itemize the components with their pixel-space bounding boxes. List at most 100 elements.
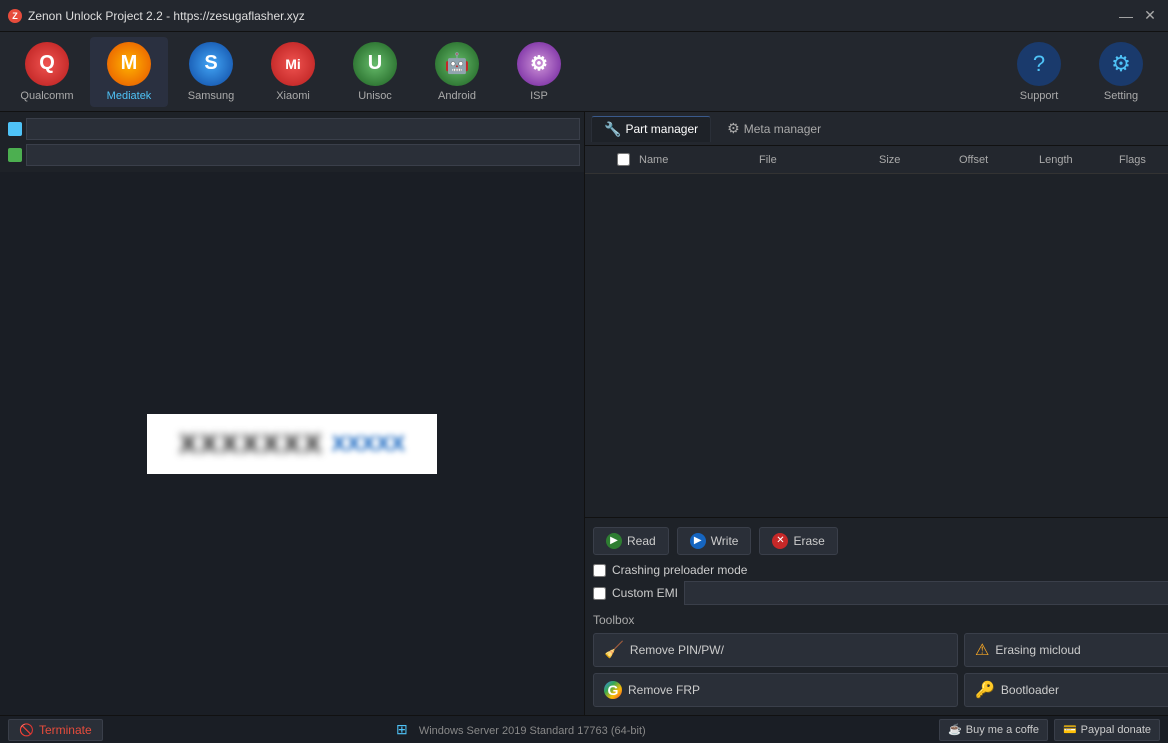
- main-content: ▼ ▼ XXXXXXX XXXXX 🔧 Part manager: [0, 112, 1168, 715]
- close-button[interactable]: ✕: [1140, 6, 1160, 26]
- write-icon: ▶: [690, 533, 706, 549]
- tab-meta-manager-label: Meta manager: [744, 122, 821, 136]
- buy-coffe-button[interactable]: ☕ Buy me a coffe: [939, 719, 1048, 741]
- dropdown-row-1: ▼: [8, 118, 576, 140]
- th-size: Size: [875, 154, 955, 166]
- part-manager-icon: 🔧: [604, 121, 621, 138]
- remove-pin-icon: 🧹: [604, 640, 624, 660]
- write-button[interactable]: ▶ Write: [677, 527, 752, 555]
- setting-icon: ⚙: [1099, 42, 1143, 86]
- title-bar: Z Zenon Unlock Project 2.2 - https://zes…: [0, 0, 1168, 32]
- nav-item-xiaomi[interactable]: Mi Xiaomi: [254, 37, 332, 107]
- mediatek-icon: M: [107, 42, 151, 86]
- custom-emi-input[interactable]: [684, 581, 1168, 605]
- center-blue-text: XXXXX: [332, 431, 405, 457]
- select-all-checkbox[interactable]: [617, 153, 630, 166]
- meta-manager-icon: ⚙: [727, 120, 740, 137]
- nav-item-qualcomm[interactable]: Q Qualcomm: [8, 37, 86, 107]
- title-bar-controls: — ✕: [1116, 6, 1160, 26]
- erasing-micloud-button[interactable]: ⚠ Erasing micloud: [964, 633, 1168, 667]
- title-bar-text: Zenon Unlock Project 2.2 - https://zesug…: [28, 9, 305, 23]
- erasing-micloud-icon: ⚠: [975, 640, 989, 660]
- custom-emi-checkbox[interactable]: [593, 587, 606, 600]
- read-label: Read: [627, 534, 656, 548]
- remove-frp-label: Remove FRP: [628, 683, 700, 697]
- erase-icon: ✕: [772, 533, 788, 549]
- nav-item-mediatek[interactable]: M Mediatek: [90, 37, 168, 107]
- tab-part-manager[interactable]: 🔧 Part manager: [591, 116, 711, 142]
- remove-frp-icon: G: [604, 681, 622, 699]
- crashing-preloader-label: Crashing preloader mode: [612, 563, 747, 577]
- th-length: Length: [1035, 154, 1115, 166]
- left-dropdowns: ▼ ▼: [0, 112, 584, 172]
- crashing-preloader-checkbox[interactable]: [593, 564, 606, 577]
- dropdown-select-1[interactable]: [26, 118, 580, 140]
- nav-item-isp[interactable]: ⚙ ISP: [500, 37, 578, 107]
- buy-coffe-icon: ☕: [948, 723, 962, 736]
- custom-emi-row: Custom EMI 📁: [593, 581, 1168, 605]
- dropdown-row-2: ▼: [8, 144, 576, 166]
- status-right: ☕ Buy me a coffe 💳 Paypal donate: [939, 719, 1160, 741]
- table-body: [585, 174, 1168, 374]
- dropdown-color-1: [8, 122, 22, 136]
- crashing-preloader-row: Crashing preloader mode: [593, 563, 1168, 577]
- support-icon: ?: [1017, 42, 1061, 86]
- tab-part-manager-label: Part manager: [625, 122, 698, 136]
- table-header: Name File Size Offset Length Flags UUID …: [585, 146, 1168, 174]
- erase-button[interactable]: ✕ Erase: [759, 527, 837, 555]
- right-panel: 🔧 Part manager ⚙ Meta manager Name File …: [585, 112, 1168, 715]
- th-checkbox: [611, 153, 635, 166]
- setting-button[interactable]: ⚙ Setting: [1082, 37, 1160, 107]
- samsung-label: Samsung: [188, 90, 234, 102]
- paypal-donate-button[interactable]: 💳 Paypal donate: [1054, 719, 1160, 741]
- terminate-icon: 🚫: [19, 723, 34, 737]
- nav-icons: Q Qualcomm M Mediatek S Samsung Mi Xiaom…: [8, 37, 1000, 107]
- remove-pin-label: Remove PIN/PW/: [630, 643, 724, 657]
- action-row: ▶ Read ▶ Write ✕ Erase 🔧 Get Partitions …: [593, 526, 1168, 555]
- th-flags: Flags: [1115, 154, 1168, 166]
- left-panel: ▼ ▼ XXXXXXX XXXXX: [0, 112, 585, 715]
- samsung-icon: S: [189, 42, 233, 86]
- nav-item-unisoc[interactable]: U Unisoc: [336, 37, 414, 107]
- android-icon: 🤖: [435, 42, 479, 86]
- android-label: Android: [438, 90, 476, 102]
- th-offset: Offset: [955, 154, 1035, 166]
- remove-frp-button[interactable]: G Remove FRP: [593, 673, 958, 707]
- buy-coffe-label: Buy me a coffe: [966, 724, 1039, 736]
- status-bar: 🚫 Terminate ⊞ Windows Server 2019 Standa…: [0, 715, 1168, 743]
- toolbox-label: Toolbox: [593, 613, 1168, 627]
- paypal-icon: 💳: [1063, 723, 1077, 736]
- erasing-micloud-label: Erasing micloud: [995, 643, 1080, 657]
- read-button[interactable]: ▶ Read: [593, 527, 669, 555]
- bootloader-label: Bootloader: [1001, 683, 1059, 697]
- top-nav: Q Qualcomm M Mediatek S Samsung Mi Xiaom…: [0, 32, 1168, 112]
- dropdown-select-2[interactable]: [26, 144, 580, 166]
- windows-icon: ⊞: [396, 721, 408, 737]
- unisoc-icon: U: [353, 42, 397, 86]
- unisoc-label: Unisoc: [358, 90, 392, 102]
- xiaomi-icon: Mi: [271, 42, 315, 86]
- nav-item-samsung[interactable]: S Samsung: [172, 37, 250, 107]
- tab-meta-manager[interactable]: ⚙ Meta manager: [715, 116, 833, 141]
- th-name: Name: [635, 154, 755, 166]
- isp-label: ISP: [530, 90, 548, 102]
- nav-item-android[interactable]: 🤖 Android: [418, 37, 496, 107]
- toolbox-grid: 🧹 Remove PIN/PW/ ⚠ Erasing micloud G Rem…: [593, 633, 1168, 707]
- status-info: ⊞ Windows Server 2019 Standard 17763 (64…: [103, 721, 939, 738]
- support-label: Support: [1020, 90, 1059, 102]
- terminate-label: Terminate: [39, 723, 92, 737]
- terminate-button[interactable]: 🚫 Terminate: [8, 719, 103, 741]
- support-button[interactable]: ? Support: [1000, 37, 1078, 107]
- bootloader-button[interactable]: 🔑 Bootloader: [964, 673, 1168, 707]
- bootloader-icon: 🔑: [975, 680, 995, 700]
- isp-icon: ⚙: [517, 42, 561, 86]
- minimize-button[interactable]: —: [1116, 6, 1136, 26]
- paypal-label: Paypal donate: [1081, 724, 1151, 736]
- nav-right: ? Support ⚙ Setting: [1000, 37, 1160, 107]
- tabs-bar: 🔧 Part manager ⚙ Meta manager: [585, 112, 1168, 146]
- bottom-controls: ▶ Read ▶ Write ✕ Erase 🔧 Get Partitions …: [585, 517, 1168, 715]
- th-file: File: [755, 154, 875, 166]
- remove-pin-button[interactable]: 🧹 Remove PIN/PW/: [593, 633, 958, 667]
- qualcomm-icon: Q: [25, 42, 69, 86]
- app-icon: Z: [8, 9, 22, 23]
